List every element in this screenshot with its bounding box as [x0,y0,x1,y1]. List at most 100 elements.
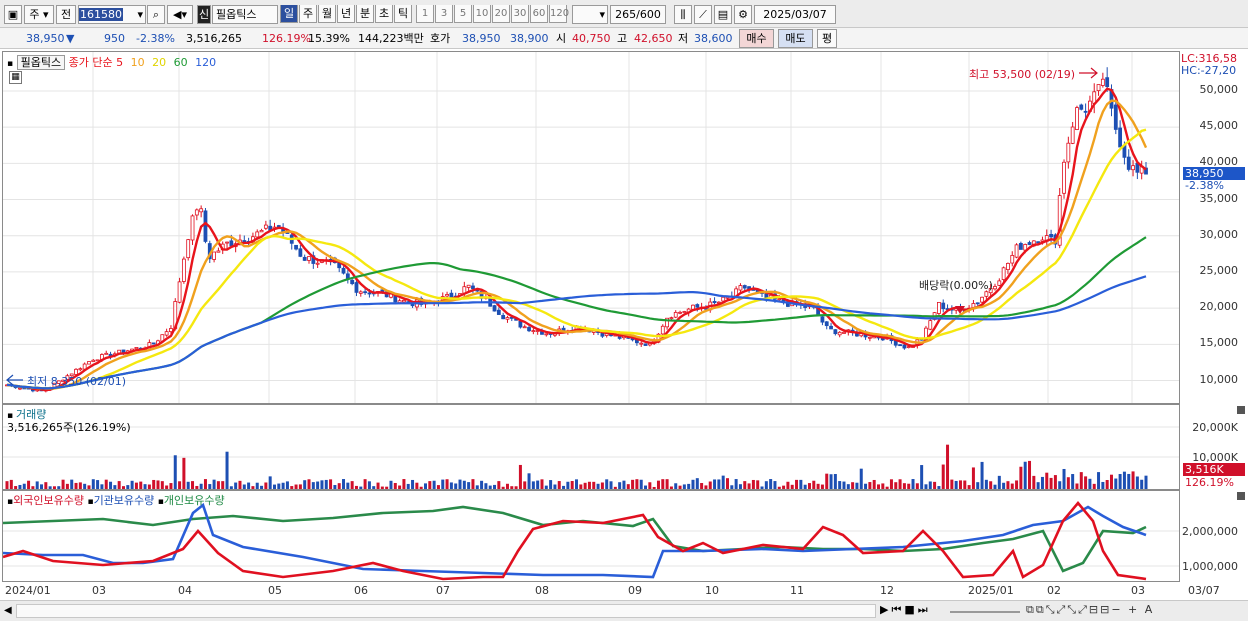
volume-bar [609,481,613,489]
legend-stock[interactable]: 필옵틱스 [16,55,66,70]
price-tick: 15,000 [1199,336,1239,350]
volume-bar [1144,475,1148,489]
candle-body [1062,161,1066,194]
speaker-icon[interactable]: ◀▾ [167,5,193,24]
period-4[interactable]: 분 [356,5,374,23]
period-num-60[interactable]: 60 [530,5,548,23]
candle-body [941,302,946,310]
volume-bar [536,480,540,489]
volume-bar [1066,477,1070,489]
volume-panel[interactable]: ▪ 거래량 3,516,265주(126.19%) [2,404,1180,490]
period-num-1[interactable]: 1 [416,5,434,23]
volume-bar [449,482,453,489]
zoom-slider[interactable] [950,611,1020,613]
candle-body [496,309,501,315]
price-axis: LC:316,58 HC:-27,20 50,000 45,000 40,000 35… [1181,51,1248,404]
period-5[interactable]: 초 [375,5,393,23]
price-panel[interactable]: ▪ 필옵틱스 종가 단순 5 10 20 60 120 ▦ 최고 53,500 … [2,51,1180,404]
x-tick: 06 [354,584,368,597]
line-icon[interactable]: ⟋ [694,5,712,24]
x-tick: 08 [535,584,549,597]
volume-bar [1023,461,1027,489]
candle-body [820,316,825,323]
volume: 3,516,265 [186,32,242,45]
candle-body [169,328,173,333]
period-2[interactable]: 월 [318,5,336,23]
scroll-left-icon[interactable]: ◀ [4,605,12,616]
x-tick: 2025/01 [968,584,1014,597]
volume-bar [1114,478,1118,489]
x-tick: 03 [1131,584,1145,597]
volume-bar [997,475,1001,489]
volume-bar [497,481,501,489]
candle-body [104,352,109,355]
extra-select[interactable]: ▾ [572,5,608,24]
grid-icon[interactable]: ▦ [9,71,22,84]
volume-bar [773,481,777,489]
period-3[interactable]: 년 [337,5,355,23]
price-chart [3,52,1179,403]
candle-body [1001,267,1006,280]
scroll-bar: ◀ ▶⏮■⏭ ⧉⧉⤡⤢⤡⤢⊟⊟− + A [0,600,1248,621]
price-tick: 45,000 [1199,119,1239,133]
period-num-3[interactable]: 3 [435,5,453,23]
date-field[interactable]: 2025/03/07 [754,5,836,24]
period-num-120[interactable]: 120 [549,5,569,23]
prev-button[interactable]: 전 [56,5,76,24]
holding-legend: ▪외국인보유수량 ▪기관보유수량 ▪개인보유수량 [7,494,225,507]
close-icon[interactable] [1237,492,1245,500]
search-icon[interactable]: ⌕ [147,5,165,24]
eval-button[interactable]: 평 [817,29,837,48]
candle-body [294,244,298,250]
sell-button[interactable]: 매도 [778,29,813,48]
volume-bar [78,482,82,489]
period-1[interactable]: 주 [299,5,317,23]
gear-icon[interactable]: ⚙ [734,5,752,24]
candle-body [837,331,842,336]
volume-bar [838,481,842,489]
candle-body [1066,142,1071,163]
period-0[interactable]: 일 [280,5,298,23]
volume-bar [1019,466,1023,489]
volume-bar [423,483,427,489]
volume-bar [117,481,121,489]
candle-body [993,286,997,290]
window-icon[interactable]: ▣ [4,5,22,24]
close-icon[interactable] [1237,406,1245,414]
candle-body [678,311,682,314]
volume-bar [954,480,958,489]
volume-bar [342,479,346,489]
candle-body [298,248,303,257]
volume-bar [324,479,328,489]
period-num-30[interactable]: 30 [511,5,529,23]
scroll-track[interactable] [16,604,876,618]
candle-body [1049,233,1053,238]
period-6[interactable]: 틱 [394,5,412,23]
high-label: 고 [617,32,628,45]
volume-bar [1131,471,1135,489]
save-icon[interactable]: ▤ [714,5,732,24]
volume-bar [747,483,751,489]
period-num-10[interactable]: 10 [473,5,491,23]
candle-body [695,304,700,308]
ma-line-20 [6,128,1147,390]
candle-body [1014,244,1019,258]
tool-icons[interactable]: ⧉⧉⤡⤢⤡⤢⊟⊟− + A [1026,603,1154,617]
code-input[interactable]: 161580 ▾ [78,5,146,24]
count-field[interactable]: 265/600 [610,5,666,24]
holding-panel[interactable]: ▪외국인보유수량 ▪기관보유수량 ▪개인보유수량 [2,490,1180,582]
market-select[interactable]: 주 ▾ [24,5,54,24]
period-num-5[interactable]: 5 [454,5,472,23]
period-num-20[interactable]: 20 [492,5,510,23]
candle-body [997,280,1002,286]
volume-bar [971,467,975,489]
volume-bar [441,479,445,489]
stock-name[interactable]: 필옵틱스 [212,5,278,24]
candle-icon[interactable]: ⫼ [674,5,692,24]
volume-bar [976,482,980,489]
buy-button[interactable]: 매수 [739,29,774,48]
playback-controls[interactable]: ▶⏮■⏭ [880,603,931,617]
candle-body [501,314,506,320]
candle-body [229,240,234,247]
price-tick: 50,000 [1199,82,1239,96]
